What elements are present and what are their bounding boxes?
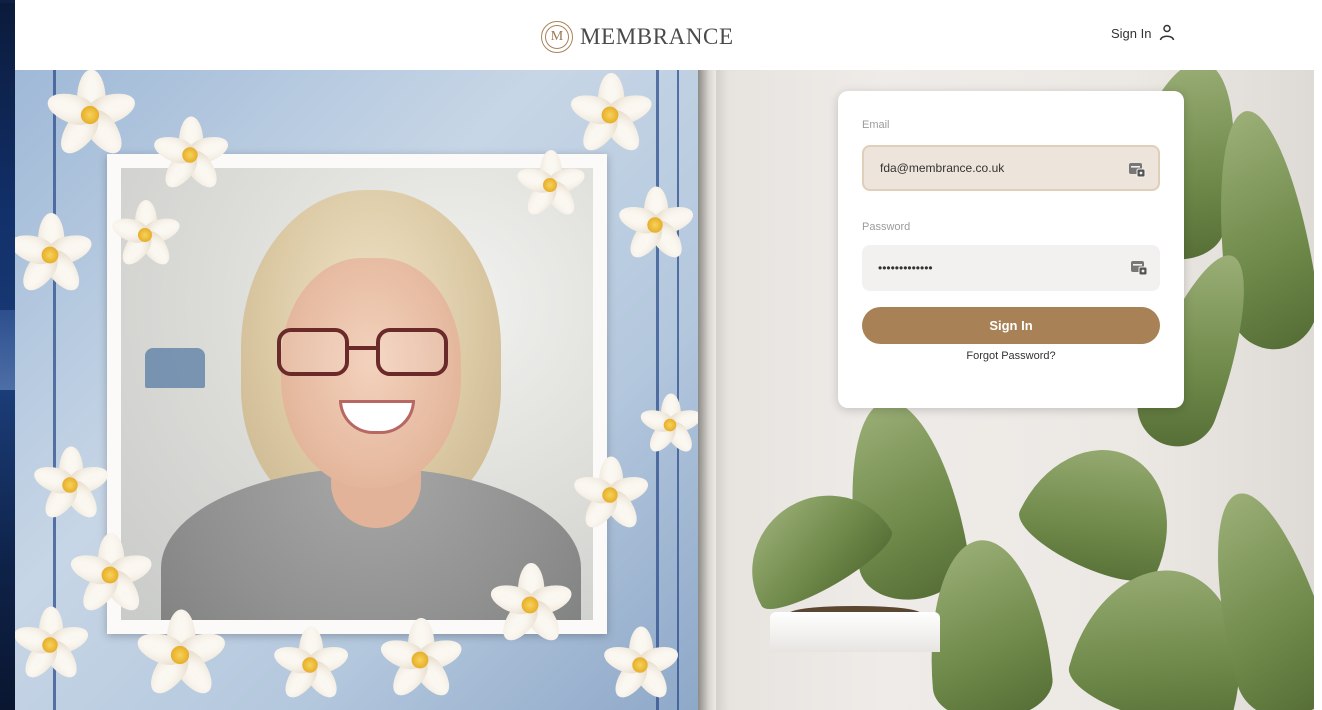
user-icon [1160,24,1175,41]
plant-pot [770,612,940,652]
password-label: Password [862,221,911,233]
email-input[interactable] [878,160,1122,176]
brand[interactable]: M MEMBRANCE [541,19,734,55]
portrait-photo [107,154,607,634]
brand-name: MEMBRANCE [580,24,734,49]
password-manager-icon[interactable] [1128,161,1146,179]
sign-in-button[interactable]: Sign In [862,307,1160,344]
monogram-logo-icon: M [541,21,573,53]
memorial-collage-image [15,70,698,710]
logo-letter: M [545,25,569,49]
email-label: Email [862,119,890,131]
sign-in-form: Email Password Sign In Forgot Password? [838,91,1184,408]
email-field[interactable] [862,145,1160,191]
image-divider [698,70,716,710]
password-input[interactable] [876,260,1120,276]
password-field[interactable] [862,245,1160,291]
header-sign-in-label: Sign In [1111,25,1152,41]
header-sign-in-link[interactable]: Sign In [1111,24,1175,42]
password-manager-icon[interactable] [1130,259,1148,277]
forgot-password-link[interactable]: Forgot Password? [838,350,1184,362]
site-header: M MEMBRANCE Sign In [15,0,1322,70]
